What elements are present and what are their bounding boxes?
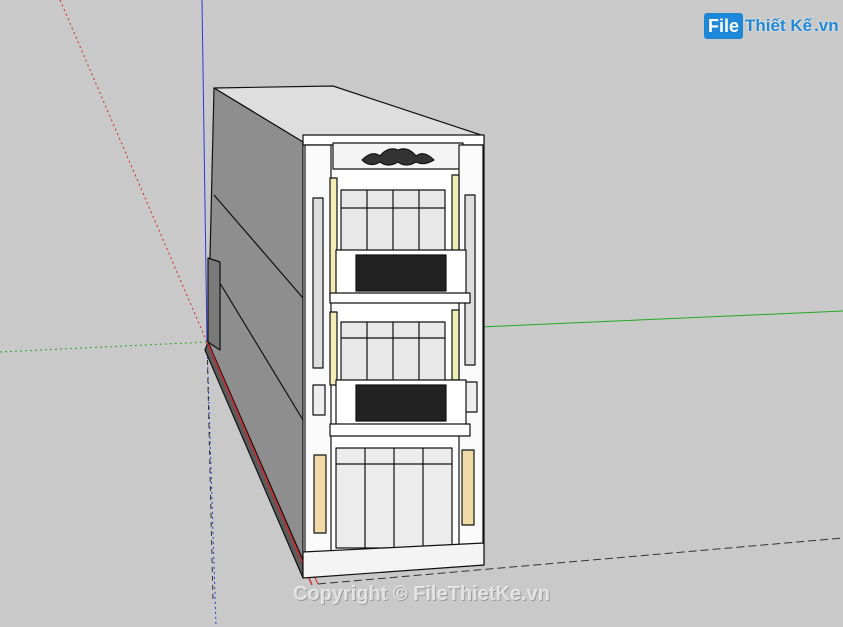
right-ground-accent xyxy=(461,449,475,526)
yellow-accent xyxy=(329,311,338,386)
copyright-watermark: Copyright © FileThietKe.vn xyxy=(293,583,550,605)
right-pilaster-panel xyxy=(464,381,478,413)
left-pilaster-groove xyxy=(312,197,324,369)
yellow-accent xyxy=(451,309,460,381)
balcony-slab xyxy=(329,423,471,437)
logo-text: Thiết Kế xyxy=(745,16,813,35)
setback-wall xyxy=(207,257,221,351)
balcony-railing xyxy=(355,254,447,292)
logo-file-mark: File xyxy=(704,13,744,39)
logo-suffix: .vn xyxy=(814,16,839,35)
left-ground-accent xyxy=(313,454,327,534)
balcony-slab xyxy=(329,292,471,304)
balcony-railing xyxy=(355,384,447,422)
left-pilaster-panel xyxy=(312,384,326,416)
filethietke-logo: File Thiết Kế .vn xyxy=(704,10,839,42)
sketchup-viewport[interactable] xyxy=(0,0,843,627)
